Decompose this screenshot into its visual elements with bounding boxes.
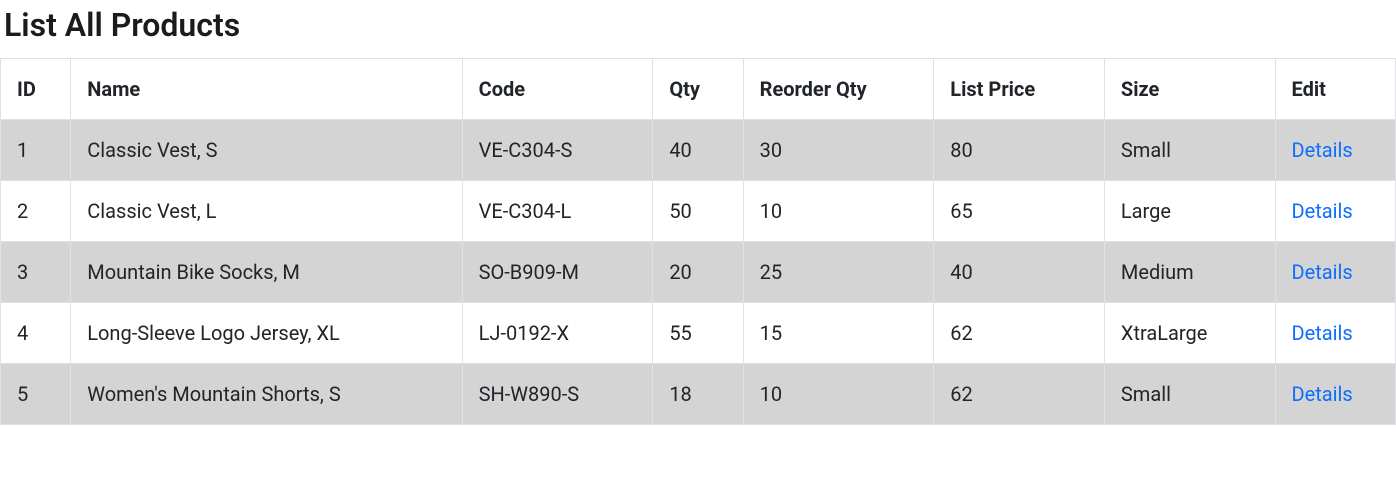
cell-name: Mountain Bike Socks, M [71, 242, 462, 303]
details-link[interactable]: Details [1292, 138, 1353, 162]
cell-size: XtraLarge [1104, 303, 1275, 364]
cell-qty: 40 [653, 120, 743, 181]
cell-edit: Details [1275, 120, 1395, 181]
cell-qty: 50 [653, 181, 743, 242]
col-header-size: Size [1104, 59, 1275, 120]
details-link[interactable]: Details [1292, 260, 1353, 284]
col-header-id: ID [1, 59, 71, 120]
col-header-name: Name [71, 59, 462, 120]
cell-edit: Details [1275, 181, 1395, 242]
cell-name: Classic Vest, L [71, 181, 462, 242]
cell-qty: 55 [653, 303, 743, 364]
cell-size: Large [1104, 181, 1275, 242]
cell-code: VE-C304-S [462, 120, 653, 181]
cell-reorder-qty: 10 [743, 364, 934, 425]
cell-size: Small [1104, 364, 1275, 425]
cell-id: 1 [1, 120, 71, 181]
cell-name: Long-Sleeve Logo Jersey, XL [71, 303, 462, 364]
cell-size: Medium [1104, 242, 1275, 303]
cell-id: 2 [1, 181, 71, 242]
products-table: ID Name Code Qty Reorder Qty List Price … [0, 58, 1396, 425]
cell-list-price: 40 [934, 242, 1105, 303]
col-header-list-price: List Price [934, 59, 1105, 120]
table-row: 2Classic Vest, LVE-C304-L501065Large Deta… [1, 181, 1396, 242]
cell-code: LJ-0192-X [462, 303, 653, 364]
col-header-qty: Qty [653, 59, 743, 120]
col-header-code: Code [462, 59, 653, 120]
cell-reorder-qty: 10 [743, 181, 934, 242]
table-row: 3Mountain Bike Socks, MSO-B909-M202540Me… [1, 242, 1396, 303]
cell-code: SO-B909-M [462, 242, 653, 303]
cell-qty: 20 [653, 242, 743, 303]
details-link[interactable]: Details [1292, 199, 1353, 223]
table-row: 1Classic Vest, SVE-C304-S403080Small Deta… [1, 120, 1396, 181]
cell-edit: Details [1275, 303, 1395, 364]
cell-code: SH-W890-S [462, 364, 653, 425]
table-header-row: ID Name Code Qty Reorder Qty List Price … [1, 59, 1396, 120]
cell-list-price: 80 [934, 120, 1105, 181]
cell-size: Small [1104, 120, 1275, 181]
cell-list-price: 62 [934, 303, 1105, 364]
cell-reorder-qty: 30 [743, 120, 934, 181]
cell-id: 3 [1, 242, 71, 303]
details-link[interactable]: Details [1292, 382, 1353, 406]
cell-reorder-qty: 25 [743, 242, 934, 303]
cell-edit: Details [1275, 242, 1395, 303]
cell-qty: 18 [653, 364, 743, 425]
cell-edit: Details [1275, 364, 1395, 425]
table-row: 4Long-Sleeve Logo Jersey, XLLJ-0192-X551… [1, 303, 1396, 364]
cell-code: VE-C304-L [462, 181, 653, 242]
col-header-reorder-qty: Reorder Qty [743, 59, 934, 120]
cell-id: 5 [1, 364, 71, 425]
page-title: List All Products [4, 6, 1396, 44]
cell-reorder-qty: 15 [743, 303, 934, 364]
cell-list-price: 65 [934, 181, 1105, 242]
cell-list-price: 62 [934, 364, 1105, 425]
cell-name: Classic Vest, S [71, 120, 462, 181]
table-row: 5Women's Mountain Shorts, SSH-W890-S1810… [1, 364, 1396, 425]
cell-id: 4 [1, 303, 71, 364]
details-link[interactable]: Details [1292, 321, 1353, 345]
cell-name: Women's Mountain Shorts, S [71, 364, 462, 425]
col-header-edit: Edit [1275, 59, 1395, 120]
